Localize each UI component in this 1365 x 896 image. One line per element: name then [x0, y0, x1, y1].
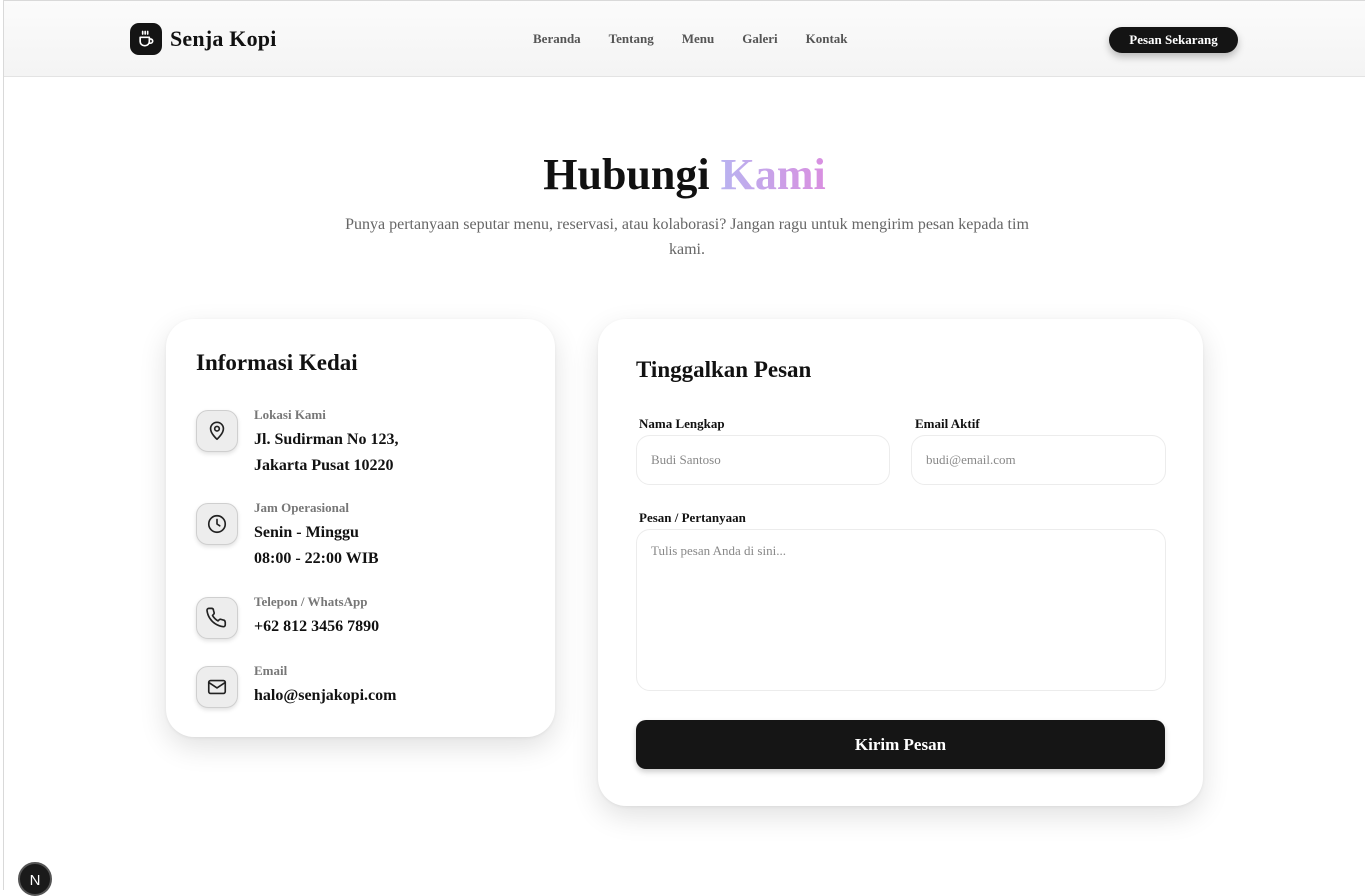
phone-icon [196, 597, 238, 639]
info-label: Lokasi Kami [254, 407, 326, 422]
info-label: Email [254, 663, 288, 678]
mail-icon [196, 666, 238, 708]
name-field-label: Nama Lengkap [639, 416, 725, 431]
message-textarea[interactable] [636, 529, 1166, 691]
info-value-line: Jl. Sudirman No 123, [254, 431, 399, 448]
store-info-title: Informasi Kedai [196, 350, 358, 375]
store-info-card: Informasi Kedai Lokasi Kami Jl. Sudirman… [166, 319, 555, 737]
nav-item-galeri[interactable]: Galeri [742, 31, 777, 47]
page-title-accent: Kami [720, 150, 826, 199]
info-label: Jam Operasional [254, 500, 349, 515]
map-pin-icon [196, 410, 238, 452]
page-title: Hubungi Kami [4, 149, 1365, 200]
page-frame: Senja Kopi Beranda Tentang Menu Galeri K… [3, 0, 1365, 890]
order-now-button[interactable]: Pesan Sekarang [1109, 27, 1238, 53]
main-nav: Beranda Tentang Menu Galeri Kontak [533, 31, 876, 47]
dev-tools-badge[interactable]: N [18, 862, 52, 896]
contact-form-card: Tinggalkan Pesan Nama Lengkap Email Akti… [598, 319, 1203, 806]
coffee-cup-icon [130, 23, 162, 55]
nav-item-beranda[interactable]: Beranda [533, 31, 581, 47]
contact-form-title: Tinggalkan Pesan [636, 357, 812, 382]
info-value: Jl. Sudirman No 123, Jakarta Pusat 10220 [254, 427, 398, 479]
clock-icon [196, 503, 238, 545]
brand[interactable]: Senja Kopi [130, 23, 277, 55]
info-value: Senin - Minggu 08:00 - 22:00 WIB [254, 520, 379, 572]
name-input[interactable] [636, 435, 890, 485]
info-label: Telepon / WhatsApp [254, 594, 368, 609]
email-input[interactable] [911, 435, 1166, 485]
info-value-line: Senin - Minggu [254, 524, 359, 541]
info-value-line: 08:00 - 22:00 WIB [254, 550, 379, 567]
page-title-main: Hubungi [543, 150, 710, 199]
nav-item-menu[interactable]: Menu [682, 31, 715, 47]
brand-name: Senja Kopi [170, 26, 277, 51]
send-message-button[interactable]: Kirim Pesan [636, 720, 1165, 769]
site-header: Senja Kopi Beranda Tentang Menu Galeri K… [4, 1, 1365, 77]
info-value-line: Jakarta Pusat 10220 [254, 457, 394, 474]
nav-item-tentang[interactable]: Tentang [609, 31, 654, 47]
email-field-label: Email Aktif [915, 416, 980, 431]
nav-item-kontak[interactable]: Kontak [806, 31, 848, 47]
info-value: +62 812 3456 7890 [254, 618, 380, 635]
info-value: halo@senjakopi.com [254, 687, 397, 704]
message-field-label: Pesan / Pertanyaan [639, 510, 746, 525]
page-subtitle: Punya pertanyaan seputar menu, reservasi… [345, 216, 1029, 258]
